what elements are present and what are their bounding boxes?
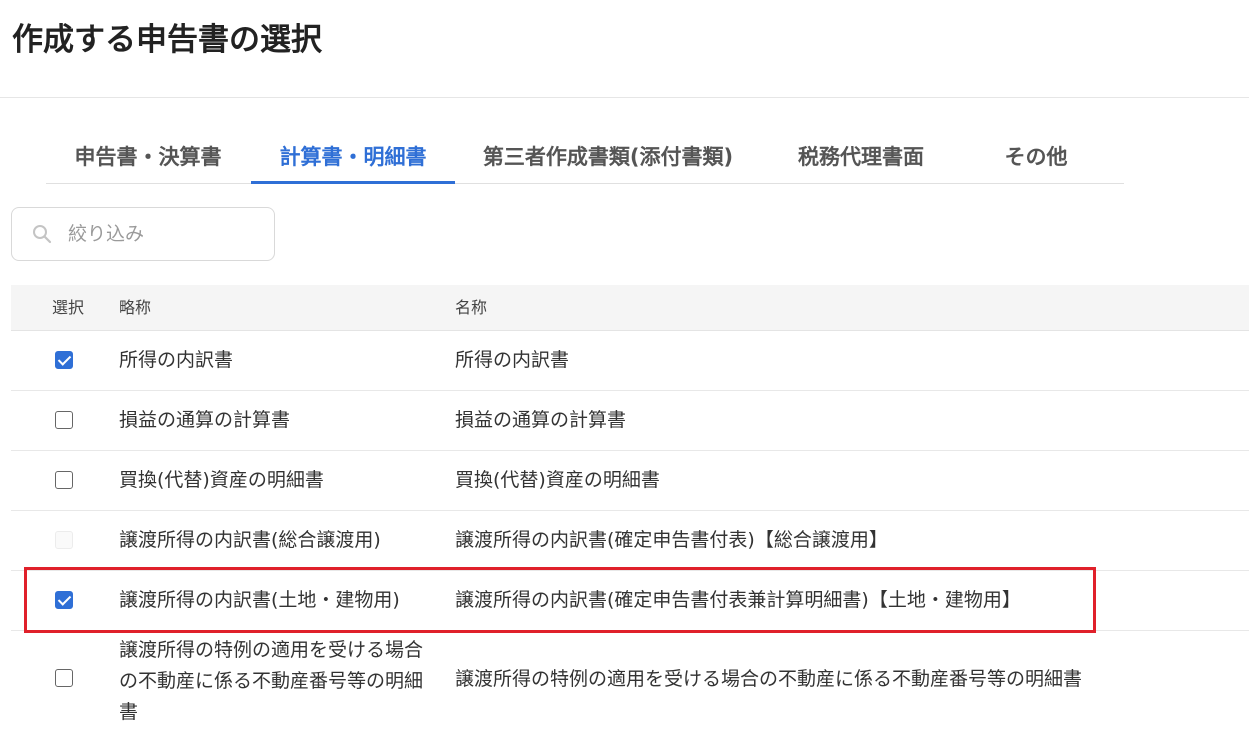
tab-calculation-statements[interactable]: 計算書・明細書: [251, 132, 455, 184]
row-short-name: 譲渡所得の内訳書(土地・建物用): [119, 589, 400, 611]
document-type-tabs: 申告書・決算書 計算書・明細書 第三者作成書類(添付書類) 税務代理書面 その他: [46, 132, 1124, 184]
row-checkbox[interactable]: [55, 471, 73, 489]
row-name: 損益の通算の計算書: [455, 409, 627, 431]
row-short-name: 所得の内訳書: [119, 349, 234, 371]
row-name: 所得の内訳書: [455, 349, 570, 371]
row-checkbox[interactable]: [55, 669, 73, 687]
row-checkbox[interactable]: [55, 411, 73, 429]
table-row: 譲渡所得の内訳書(総合譲渡用) 譲渡所得の内訳書(確定申告書付表)【総合譲渡用】: [11, 511, 1249, 571]
row-name: 譲渡所得の特例の適用を受ける場合の不動産に係る不動産番号等の明細書: [455, 668, 1083, 690]
row-short-name: 譲渡所得の内訳書(総合譲渡用): [119, 529, 381, 551]
title-divider: [0, 97, 1249, 98]
table-row[interactable]: 譲渡所得の内訳書(土地・建物用) 譲渡所得の内訳書(確定申告書付表兼計算明細書)…: [11, 571, 1249, 631]
row-name: 譲渡所得の内訳書(確定申告書付表兼計算明細書)【土地・建物用】: [455, 589, 1021, 611]
table-row[interactable]: 買換(代替)資産の明細書 買換(代替)資産の明細書: [11, 451, 1249, 511]
row-checkbox-disabled: [55, 531, 73, 549]
page: 作成する申告書の選択 申告書・決算書 計算書・明細書 第三者作成書類(添付書類)…: [0, 0, 1249, 737]
row-short-name: 買換(代替)資産の明細書: [119, 469, 324, 491]
page-title: 作成する申告書の選択: [12, 22, 322, 58]
search-icon: [33, 225, 52, 244]
row-checkbox[interactable]: [55, 591, 73, 609]
row-short-name: 損益の通算の計算書: [119, 409, 291, 431]
table-row[interactable]: 譲渡所得の特例の適用を受ける場合の不動産に係る不動産番号等の明細書 譲渡所得の特…: [11, 631, 1249, 727]
tab-third-party-documents[interactable]: 第三者作成書類(添付書類): [455, 132, 761, 184]
table-row[interactable]: 損益の通算の計算書 損益の通算の計算書: [11, 391, 1249, 451]
table-row[interactable]: 所得の内訳書 所得の内訳書: [11, 331, 1249, 391]
row-name: 譲渡所得の内訳書(確定申告書付表)【総合譲渡用】: [455, 529, 888, 551]
row-checkbox[interactable]: [55, 351, 73, 369]
header-select: 選択: [52, 298, 85, 317]
form-selection-table: 選択 略称 名称 所得の内訳書 所得の内訳書 損益の通算の計算書 損益の通算の計…: [11, 285, 1249, 727]
row-short-name: 譲渡所得の特例の適用を受ける場合の不動産に係る不動産番号等の明細書: [119, 639, 424, 723]
tab-tax-agent-documents[interactable]: 税務代理書面: [761, 132, 961, 184]
filter-input[interactable]: [68, 218, 264, 250]
header-short-name: 略称: [119, 298, 152, 317]
header-name: 名称: [455, 298, 488, 317]
tab-returns-financial-statements[interactable]: 申告書・決算書: [46, 132, 250, 184]
filter-box: [11, 207, 275, 261]
row-name: 買換(代替)資産の明細書: [455, 469, 660, 491]
tab-other[interactable]: その他: [961, 132, 1111, 184]
table-header: 選択 略称 名称: [11, 285, 1249, 331]
